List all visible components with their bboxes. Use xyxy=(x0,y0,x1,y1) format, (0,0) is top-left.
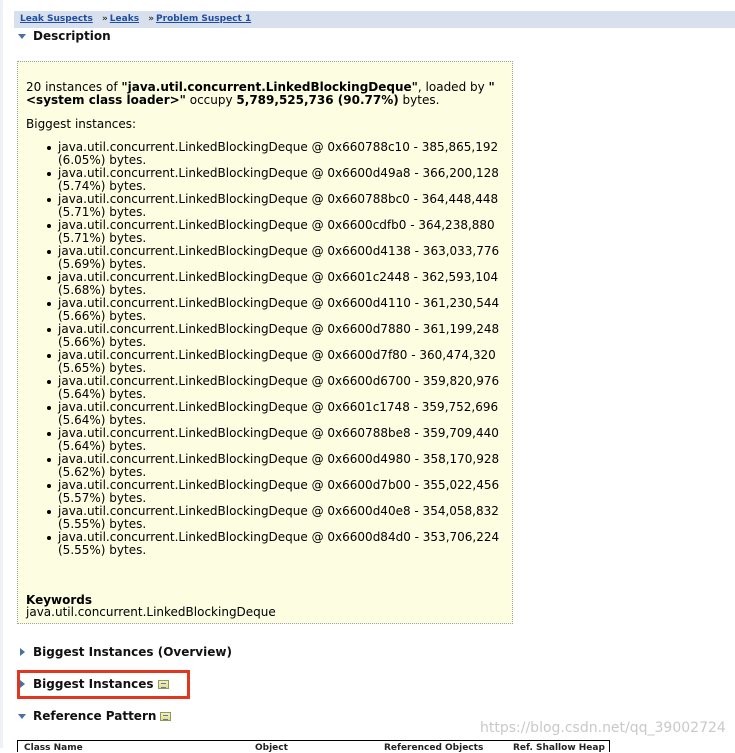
summary-bytes: bytes. xyxy=(398,93,440,107)
bullet-icon xyxy=(47,198,51,202)
bullet-icon xyxy=(47,354,51,358)
bullet-icon xyxy=(47,458,51,462)
column-header-object[interactable]: Object xyxy=(255,743,288,753)
list-item: java.util.concurrent.LinkedBlockingDeque… xyxy=(26,219,508,245)
bullet-icon xyxy=(47,224,51,228)
bullet-icon xyxy=(47,510,51,514)
summary-prefix: 20 instances of xyxy=(26,80,122,94)
bullet-icon xyxy=(47,146,51,150)
list-item: java.util.concurrent.LinkedBlockingDeque… xyxy=(26,375,508,401)
instance-text: java.util.concurrent.LinkedBlockingDeque… xyxy=(58,296,500,323)
instance-text: java.util.concurrent.LinkedBlockingDeque… xyxy=(58,322,500,349)
instance-text: java.util.concurrent.LinkedBlockingDeque… xyxy=(58,244,500,271)
instance-text: java.util.concurrent.LinkedBlockingDeque… xyxy=(58,218,495,245)
breadcrumb-separator: » xyxy=(101,14,108,24)
bullet-icon xyxy=(47,250,51,254)
instance-text: java.util.concurrent.LinkedBlockingDeque… xyxy=(58,426,499,453)
watermark: https://blog.csdn.net/qq_39002724 xyxy=(480,720,726,736)
list-item: java.util.concurrent.LinkedBlockingDeque… xyxy=(26,479,508,505)
biggest-instances-list: java.util.concurrent.LinkedBlockingDeque… xyxy=(26,141,508,557)
instance-text: java.util.concurrent.LinkedBlockingDeque… xyxy=(58,166,499,193)
list-item: java.util.concurrent.LinkedBlockingDeque… xyxy=(26,453,508,479)
description-section-header[interactable]: Description xyxy=(18,29,111,43)
class-name: "java.util.concurrent.LinkedBlockingDequ… xyxy=(121,80,418,94)
total-size: 5,789,525,736 (90.77%) xyxy=(236,93,399,107)
reference-pattern-table: Class Name Object Referenced Objects Ref… xyxy=(17,740,610,753)
breadcrumb-leak-suspects[interactable]: Leak Suspects xyxy=(20,14,93,24)
description-panel: 20 instances of "java.util.concurrent.Li… xyxy=(17,61,513,624)
bullet-icon xyxy=(47,432,51,436)
list-item: java.util.concurrent.LinkedBlockingDeque… xyxy=(26,245,508,271)
list-item: java.util.concurrent.LinkedBlockingDeque… xyxy=(26,167,508,193)
instance-text: java.util.concurrent.LinkedBlockingDeque… xyxy=(58,374,500,401)
list-item: java.util.concurrent.LinkedBlockingDeque… xyxy=(26,271,508,297)
instance-text: java.util.concurrent.LinkedBlockingDeque… xyxy=(58,530,500,557)
highlight-box xyxy=(17,670,190,699)
list-item: java.util.concurrent.LinkedBlockingDeque… xyxy=(26,401,508,427)
list-item: java.util.concurrent.LinkedBlockingDeque… xyxy=(26,505,508,531)
breadcrumb-problem-suspect-1[interactable]: Problem Suspect 1 xyxy=(156,14,251,24)
description-heading: Description xyxy=(33,29,111,43)
bullet-icon xyxy=(47,484,51,488)
bullet-icon xyxy=(47,406,51,410)
list-item: java.util.concurrent.LinkedBlockingDeque… xyxy=(26,141,508,167)
breadcrumb-separator: » xyxy=(148,14,155,24)
summary-occupy: occupy xyxy=(185,93,237,107)
list-item: java.util.concurrent.LinkedBlockingDeque… xyxy=(26,297,508,323)
bullet-icon xyxy=(47,328,51,332)
bullet-icon xyxy=(47,380,51,384)
biggest-instances-label: Biggest instances: xyxy=(26,117,137,131)
instance-text: java.util.concurrent.LinkedBlockingDeque… xyxy=(58,140,499,167)
summary-loaded-by: , loaded by xyxy=(417,80,489,94)
bullet-icon xyxy=(47,536,51,540)
collapse-triangle-icon xyxy=(18,33,26,39)
breadcrumb-leaks[interactable]: Leaks xyxy=(110,14,139,24)
instance-text: java.util.concurrent.LinkedBlockingDeque… xyxy=(58,452,500,479)
list-item: java.util.concurrent.LinkedBlockingDeque… xyxy=(26,427,508,453)
instance-text: java.util.concurrent.LinkedBlockingDeque… xyxy=(58,270,499,297)
column-header-referenced-objects[interactable]: Referenced Objects xyxy=(384,743,483,753)
section-title: Reference Pattern xyxy=(33,709,157,723)
expand-triangle-icon xyxy=(20,648,25,656)
list-item: java.util.concurrent.LinkedBlockingDeque… xyxy=(26,193,508,219)
details-icon[interactable] xyxy=(160,711,172,721)
bullet-icon xyxy=(47,172,51,176)
collapse-triangle-icon xyxy=(18,713,26,719)
keywords-value: java.util.concurrent.LinkedBlockingDeque xyxy=(26,605,276,619)
instance-text: java.util.concurrent.LinkedBlockingDeque… xyxy=(58,400,499,427)
description-summary: 20 instances of "java.util.concurrent.Li… xyxy=(26,81,506,107)
left-edge-strip xyxy=(0,0,3,748)
list-item: java.util.concurrent.LinkedBlockingDeque… xyxy=(26,323,508,349)
instance-text: java.util.concurrent.LinkedBlockingDeque… xyxy=(58,504,499,531)
breadcrumb: Leak Suspects » Leaks » Problem Suspect 1 xyxy=(14,11,735,28)
instance-text: java.util.concurrent.LinkedBlockingDeque… xyxy=(58,348,496,375)
column-header-ref-shallow-heap[interactable]: Ref. Shallow Heap xyxy=(513,743,605,753)
biggest-instances-overview-header[interactable]: Biggest Instances (Overview) xyxy=(18,645,232,659)
column-header-class-name[interactable]: Class Name xyxy=(24,743,83,753)
reference-pattern-header[interactable]: Reference Pattern xyxy=(18,709,172,723)
instance-text: java.util.concurrent.LinkedBlockingDeque… xyxy=(58,192,499,219)
list-item: java.util.concurrent.LinkedBlockingDeque… xyxy=(26,349,508,375)
instance-text: java.util.concurrent.LinkedBlockingDeque… xyxy=(58,478,500,505)
bullet-icon xyxy=(47,302,51,306)
list-item: java.util.concurrent.LinkedBlockingDeque… xyxy=(26,531,508,557)
section-title: Biggest Instances (Overview) xyxy=(33,645,232,659)
bullet-icon xyxy=(47,276,51,280)
